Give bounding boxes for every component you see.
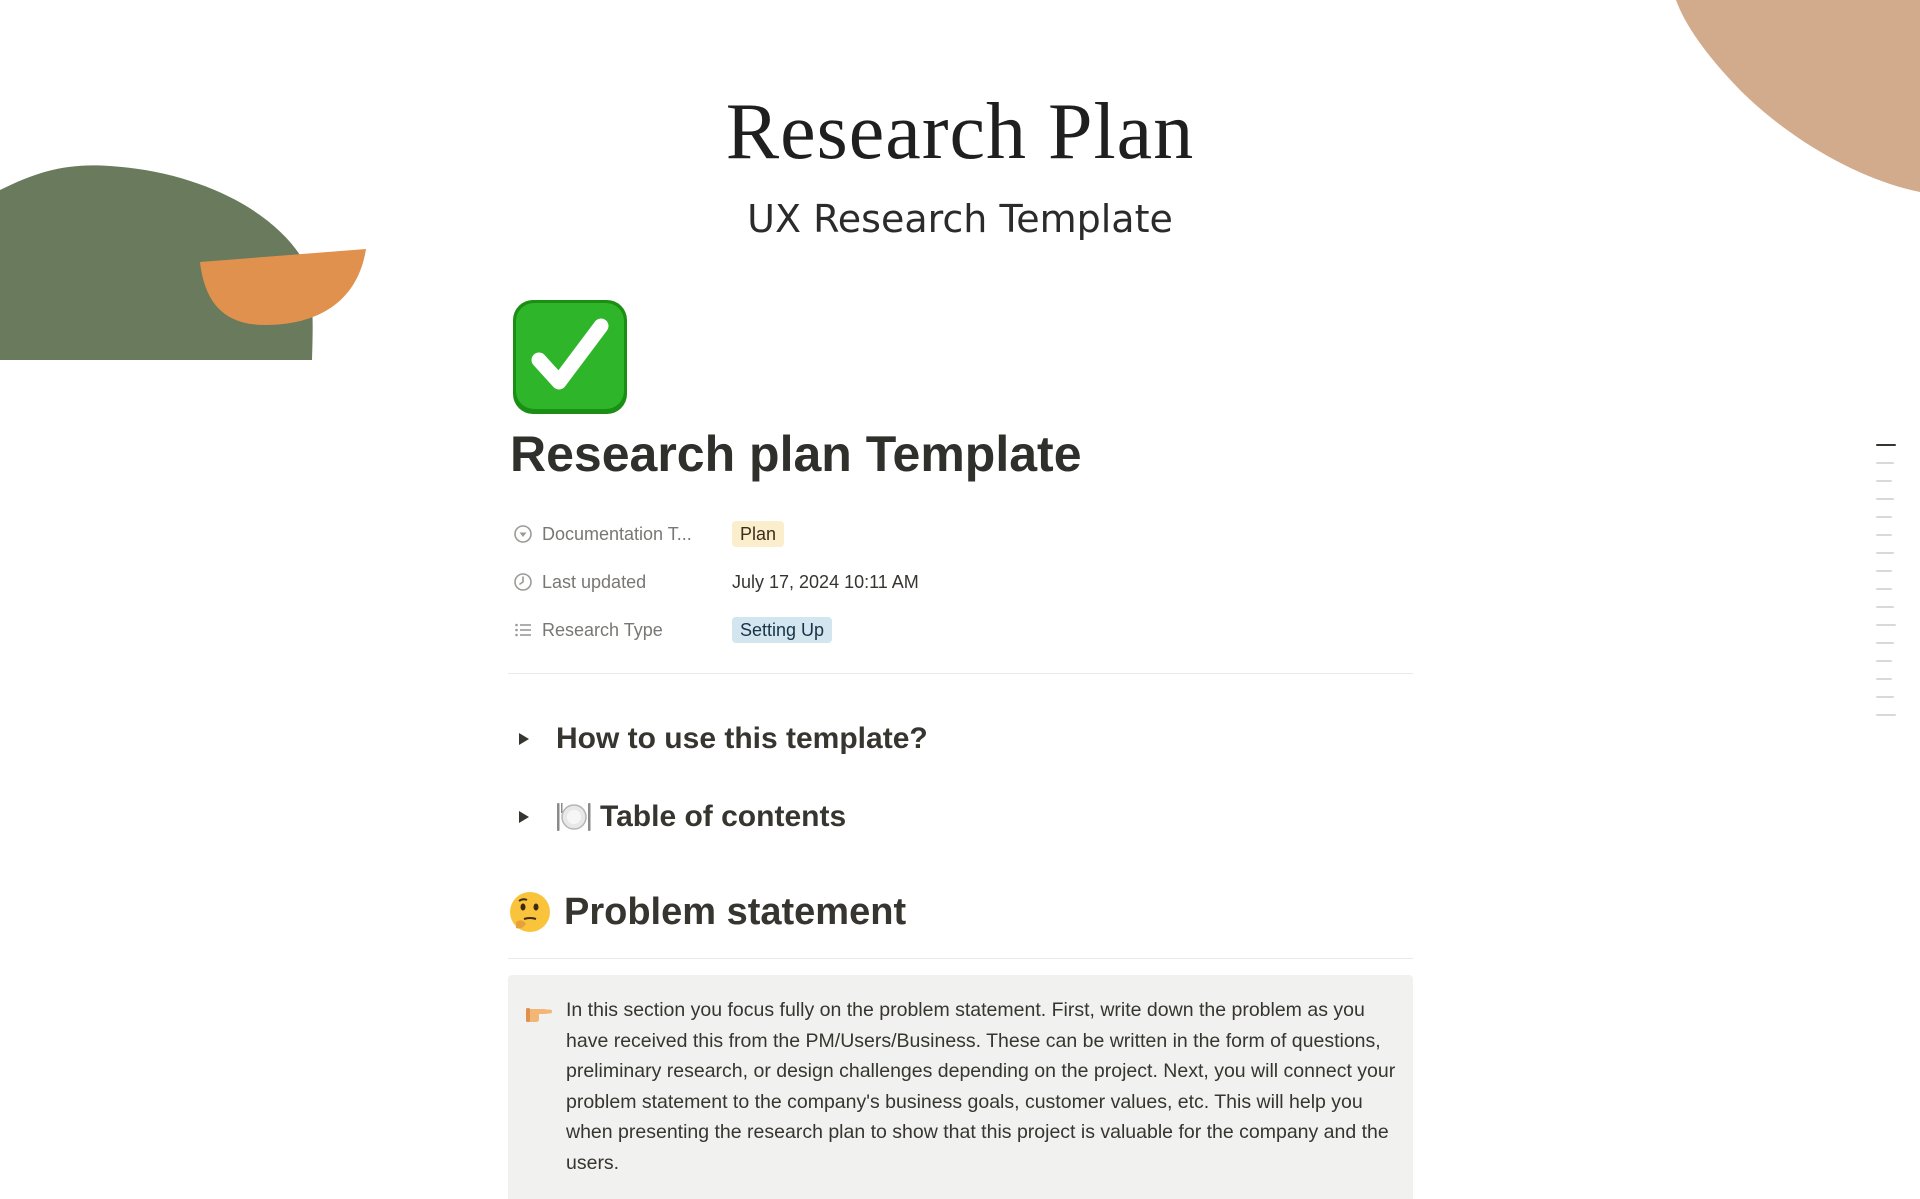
caret-right-icon[interactable]: [518, 732, 546, 746]
research-type-tag[interactable]: Setting Up: [732, 617, 833, 643]
cover-title: Research Plan: [725, 88, 1195, 176]
cover-subtitle: UX Research Template: [747, 197, 1173, 241]
property-label: Last updated: [542, 571, 647, 592]
outline-tick[interactable]: [1876, 606, 1894, 608]
outline-tick-active[interactable]: [1876, 444, 1896, 446]
thinking-face-icon: [508, 890, 552, 934]
callout-block[interactable]: In this section you focus fully on the p…: [508, 975, 1413, 1199]
list-icon: [512, 619, 534, 641]
outline-tick[interactable]: [1876, 570, 1892, 572]
outline-tick[interactable]: [1876, 678, 1892, 680]
outline-tick[interactable]: [1876, 498, 1894, 500]
outline-tick[interactable]: [1876, 696, 1894, 698]
plate-cutlery-icon: [556, 801, 592, 833]
toggle-label: How to use this template?: [556, 722, 928, 755]
pointing-hand-icon: [526, 1001, 554, 1028]
outline-tick[interactable]: [1876, 588, 1892, 590]
callout-text: In this section you focus fully on the p…: [566, 999, 1396, 1174]
outline-tick[interactable]: [1876, 516, 1892, 518]
outline-tick[interactable]: [1876, 714, 1896, 716]
page-title[interactable]: Research plan Template: [510, 424, 1082, 484]
page-properties: Documentation T... Plan Last updated Jul…: [512, 510, 1412, 654]
heading-problem-statement[interactable]: Problem statement: [508, 890, 906, 934]
outline-tick[interactable]: [1876, 480, 1892, 482]
caret-right-icon[interactable]: [518, 810, 546, 824]
toggle-how-to-use[interactable]: How to use this template?: [512, 722, 928, 756]
property-row-last-updated[interactable]: Last updated July 17, 2024 10:11 AM: [512, 558, 1412, 606]
outline-tick[interactable]: [1876, 642, 1894, 644]
status-tag-plan[interactable]: Plan: [732, 521, 785, 547]
last-updated-value: July 17, 2024 10:11 AM: [732, 571, 919, 592]
page-cover: Research Plan UX Research Template: [0, 0, 1920, 360]
white-check-mark-icon[interactable]: [511, 298, 629, 416]
select-icon: [512, 523, 534, 545]
outline-minimap[interactable]: [1876, 444, 1896, 716]
outline-tick[interactable]: [1876, 462, 1894, 464]
outline-tick[interactable]: [1876, 552, 1894, 554]
outline-tick[interactable]: [1876, 624, 1896, 626]
property-label: Documentation T...: [542, 523, 692, 544]
clock-icon: [512, 571, 534, 593]
cover-decoration: [0, 0, 1920, 360]
heading-divider: [508, 958, 1413, 959]
property-row-documentation-type[interactable]: Documentation T... Plan: [512, 510, 1412, 558]
outline-tick[interactable]: [1876, 660, 1892, 662]
toggle-table-of-contents[interactable]: Table of contents: [512, 800, 846, 834]
properties-divider: [508, 673, 1413, 674]
property-label: Research Type: [542, 619, 663, 640]
property-row-research-type[interactable]: Research Type Setting Up: [512, 606, 1412, 654]
notion-page: Research Plan UX Research Template Resea…: [0, 0, 1920, 1199]
toggle-label: Table of contents: [600, 800, 847, 833]
outline-tick[interactable]: [1876, 534, 1892, 536]
heading-text: Problem statement: [564, 890, 907, 933]
